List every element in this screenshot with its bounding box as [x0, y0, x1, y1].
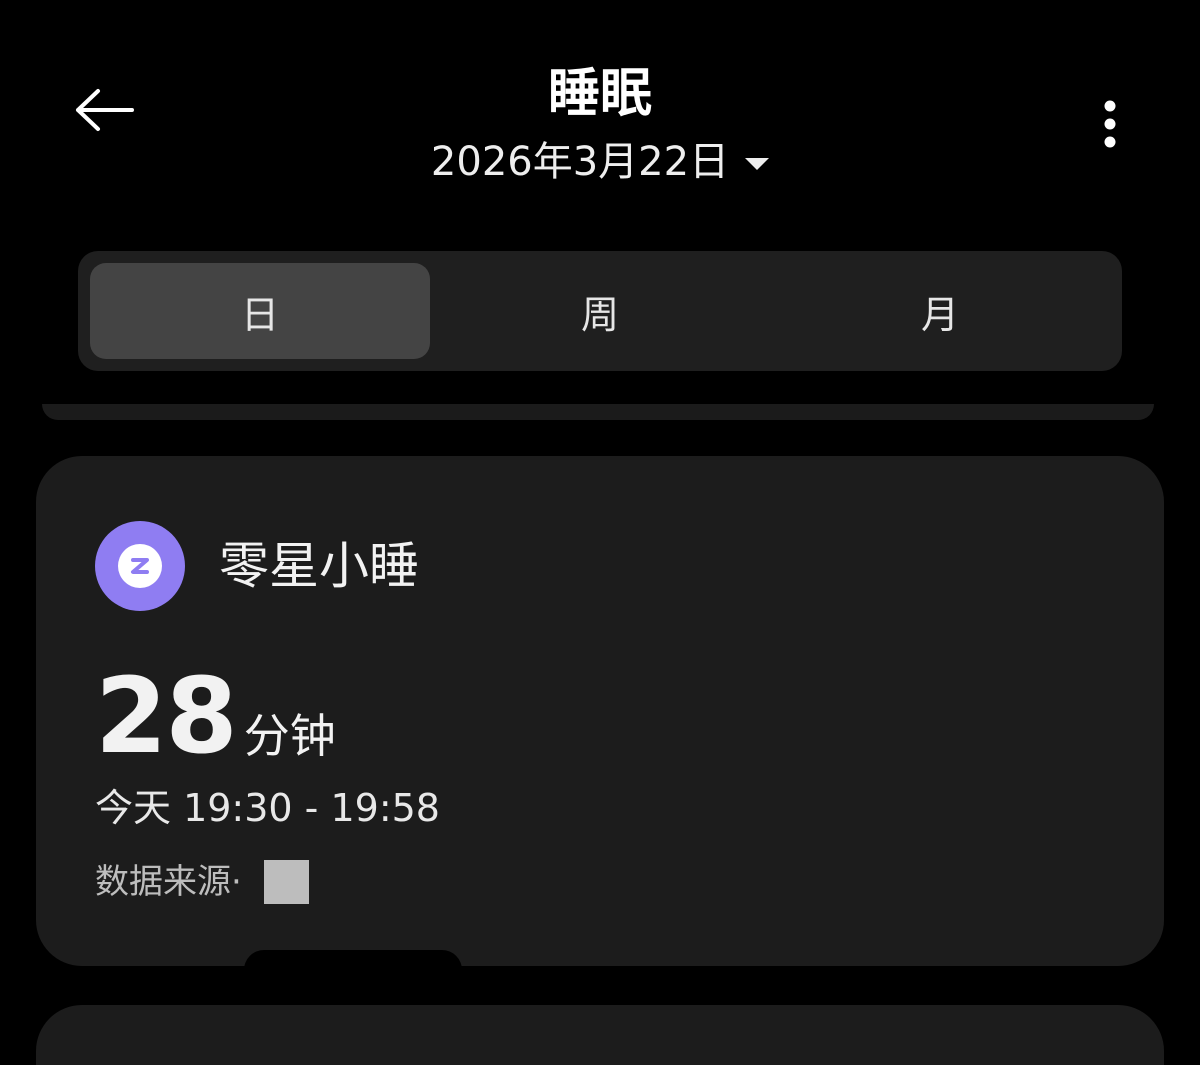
- date-picker[interactable]: 2026年3月22日: [400, 134, 800, 190]
- source-app-icon: [263, 860, 309, 904]
- period-segmented-control: 日 周 月: [78, 251, 1122, 371]
- time-range: 今天 19:30 - 19:58: [95, 786, 440, 830]
- page-title: 睡眠: [547, 64, 652, 124]
- sleep-z-icon: [95, 521, 185, 611]
- tab-month[interactable]: 月: [770, 263, 1110, 359]
- caret-down-icon: [745, 158, 770, 170]
- nap-title: 零星小睡: [219, 537, 419, 595]
- source-label: 数据来源·: [95, 862, 242, 902]
- duration-value: 28: [95, 655, 238, 777]
- previous-card-edge: [42, 404, 1154, 420]
- z-glyph-icon: [131, 558, 149, 574]
- duration: 28 分钟: [95, 661, 336, 771]
- data-source: 数据来源·: [95, 858, 309, 906]
- more-vertical-icon: [1104, 100, 1116, 148]
- more-options-button[interactable]: [1084, 92, 1136, 156]
- tab-week[interactable]: 周: [430, 263, 770, 359]
- tab-day[interactable]: 日: [90, 263, 430, 359]
- next-card-edge: [36, 1005, 1164, 1065]
- nap-card[interactable]: 零星小睡 28 分钟 今天 19:30 - 19:58 数据来源·: [36, 456, 1164, 966]
- date-text: 2026年3月22日: [430, 139, 730, 185]
- duration-unit: 分钟: [243, 709, 336, 763]
- card-divider-notch: [244, 950, 462, 966]
